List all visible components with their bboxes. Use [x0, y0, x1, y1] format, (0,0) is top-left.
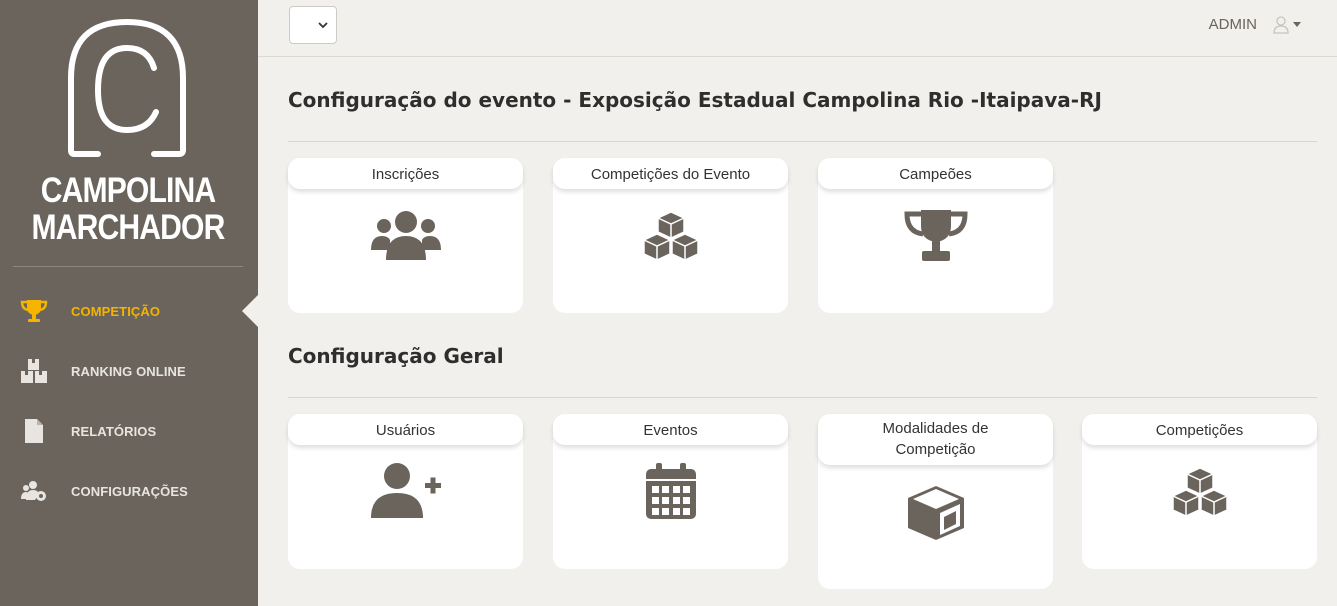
card-modalidades-de-competicao[interactable]: Modalidades de Competição: [818, 414, 1053, 589]
sidebar-item-label: RELATÓRIOS: [71, 423, 157, 439]
cube-icon: [818, 484, 1053, 542]
calendar-icon: [553, 462, 788, 520]
cubes-icon: [553, 210, 788, 262]
section-title-general: Configuração Geral: [288, 344, 504, 368]
boxes-icon: [20, 357, 48, 385]
sidebar-item-label: COMPETIÇÃO: [71, 303, 161, 319]
user-icon[interactable]: [1273, 16, 1289, 34]
sidebar-item-relatorios[interactable]: RELATÓRIOS: [0, 411, 258, 451]
card-campeoes[interactable]: Campeões: [818, 158, 1053, 313]
users-icon: [288, 210, 523, 262]
brand-line-2: MARCHADOR: [31, 208, 226, 247]
user-plus-icon: [288, 462, 523, 520]
sidebar-divider: [13, 266, 243, 267]
card-title: Inscrições: [288, 158, 523, 189]
sidebar-item-label: RANKING ONLINE: [71, 363, 186, 379]
sidebar-item-competicao[interactable]: COMPETIÇÃO: [0, 291, 258, 331]
card-competicoes[interactable]: Competições: [1082, 414, 1317, 569]
topbar: ADMIN: [258, 0, 1337, 57]
card-title: Modalidades de Competição: [818, 414, 1053, 465]
event-select[interactable]: [289, 6, 337, 44]
card-eventos[interactable]: Eventos: [553, 414, 788, 569]
card-inscricoes[interactable]: Inscrições: [288, 158, 523, 313]
section-divider: [288, 141, 1317, 142]
chevron-down-icon: [318, 22, 328, 29]
user-menu-caret-icon[interactable]: [1293, 22, 1301, 27]
section-title-event: Configuração do evento - Exposição Estad…: [288, 88, 1102, 112]
card-title: Competições: [1082, 414, 1317, 445]
trophy-icon: [20, 297, 48, 325]
brand-logo[interactable]: CAMPOLINA MARCHADOR: [0, 0, 258, 266]
brand-line-1: CAMPOLINA: [40, 171, 216, 210]
users-cog-icon: [20, 477, 48, 505]
cubes-icon: [1082, 466, 1317, 518]
card-competicoes-do-evento[interactable]: Competições do Evento: [553, 158, 788, 313]
sidebar: CAMPOLINA MARCHADOR COMPETIÇÃO RANKING O…: [0, 0, 258, 606]
sidebar-item-ranking-online[interactable]: RANKING ONLINE: [0, 351, 258, 391]
sidebar-item-label: CONFIGURAÇÕES: [71, 483, 188, 499]
card-usuarios[interactable]: Usuários: [288, 414, 523, 569]
card-title: Eventos: [553, 414, 788, 445]
card-title: Campeões: [818, 158, 1053, 189]
main-content: Configuração do evento - Exposição Estad…: [258, 57, 1337, 606]
user-name[interactable]: ADMIN: [1209, 16, 1257, 33]
logo-mark-icon: [68, 18, 186, 157]
section-divider: [288, 397, 1317, 398]
active-indicator: [242, 295, 258, 327]
card-title: Competições do Evento: [553, 158, 788, 189]
card-title: Usuários: [288, 414, 523, 445]
file-icon: [20, 417, 48, 445]
sidebar-item-configuracoes[interactable]: CONFIGURAÇÕES: [0, 471, 258, 511]
trophy-icon: [818, 208, 1053, 264]
